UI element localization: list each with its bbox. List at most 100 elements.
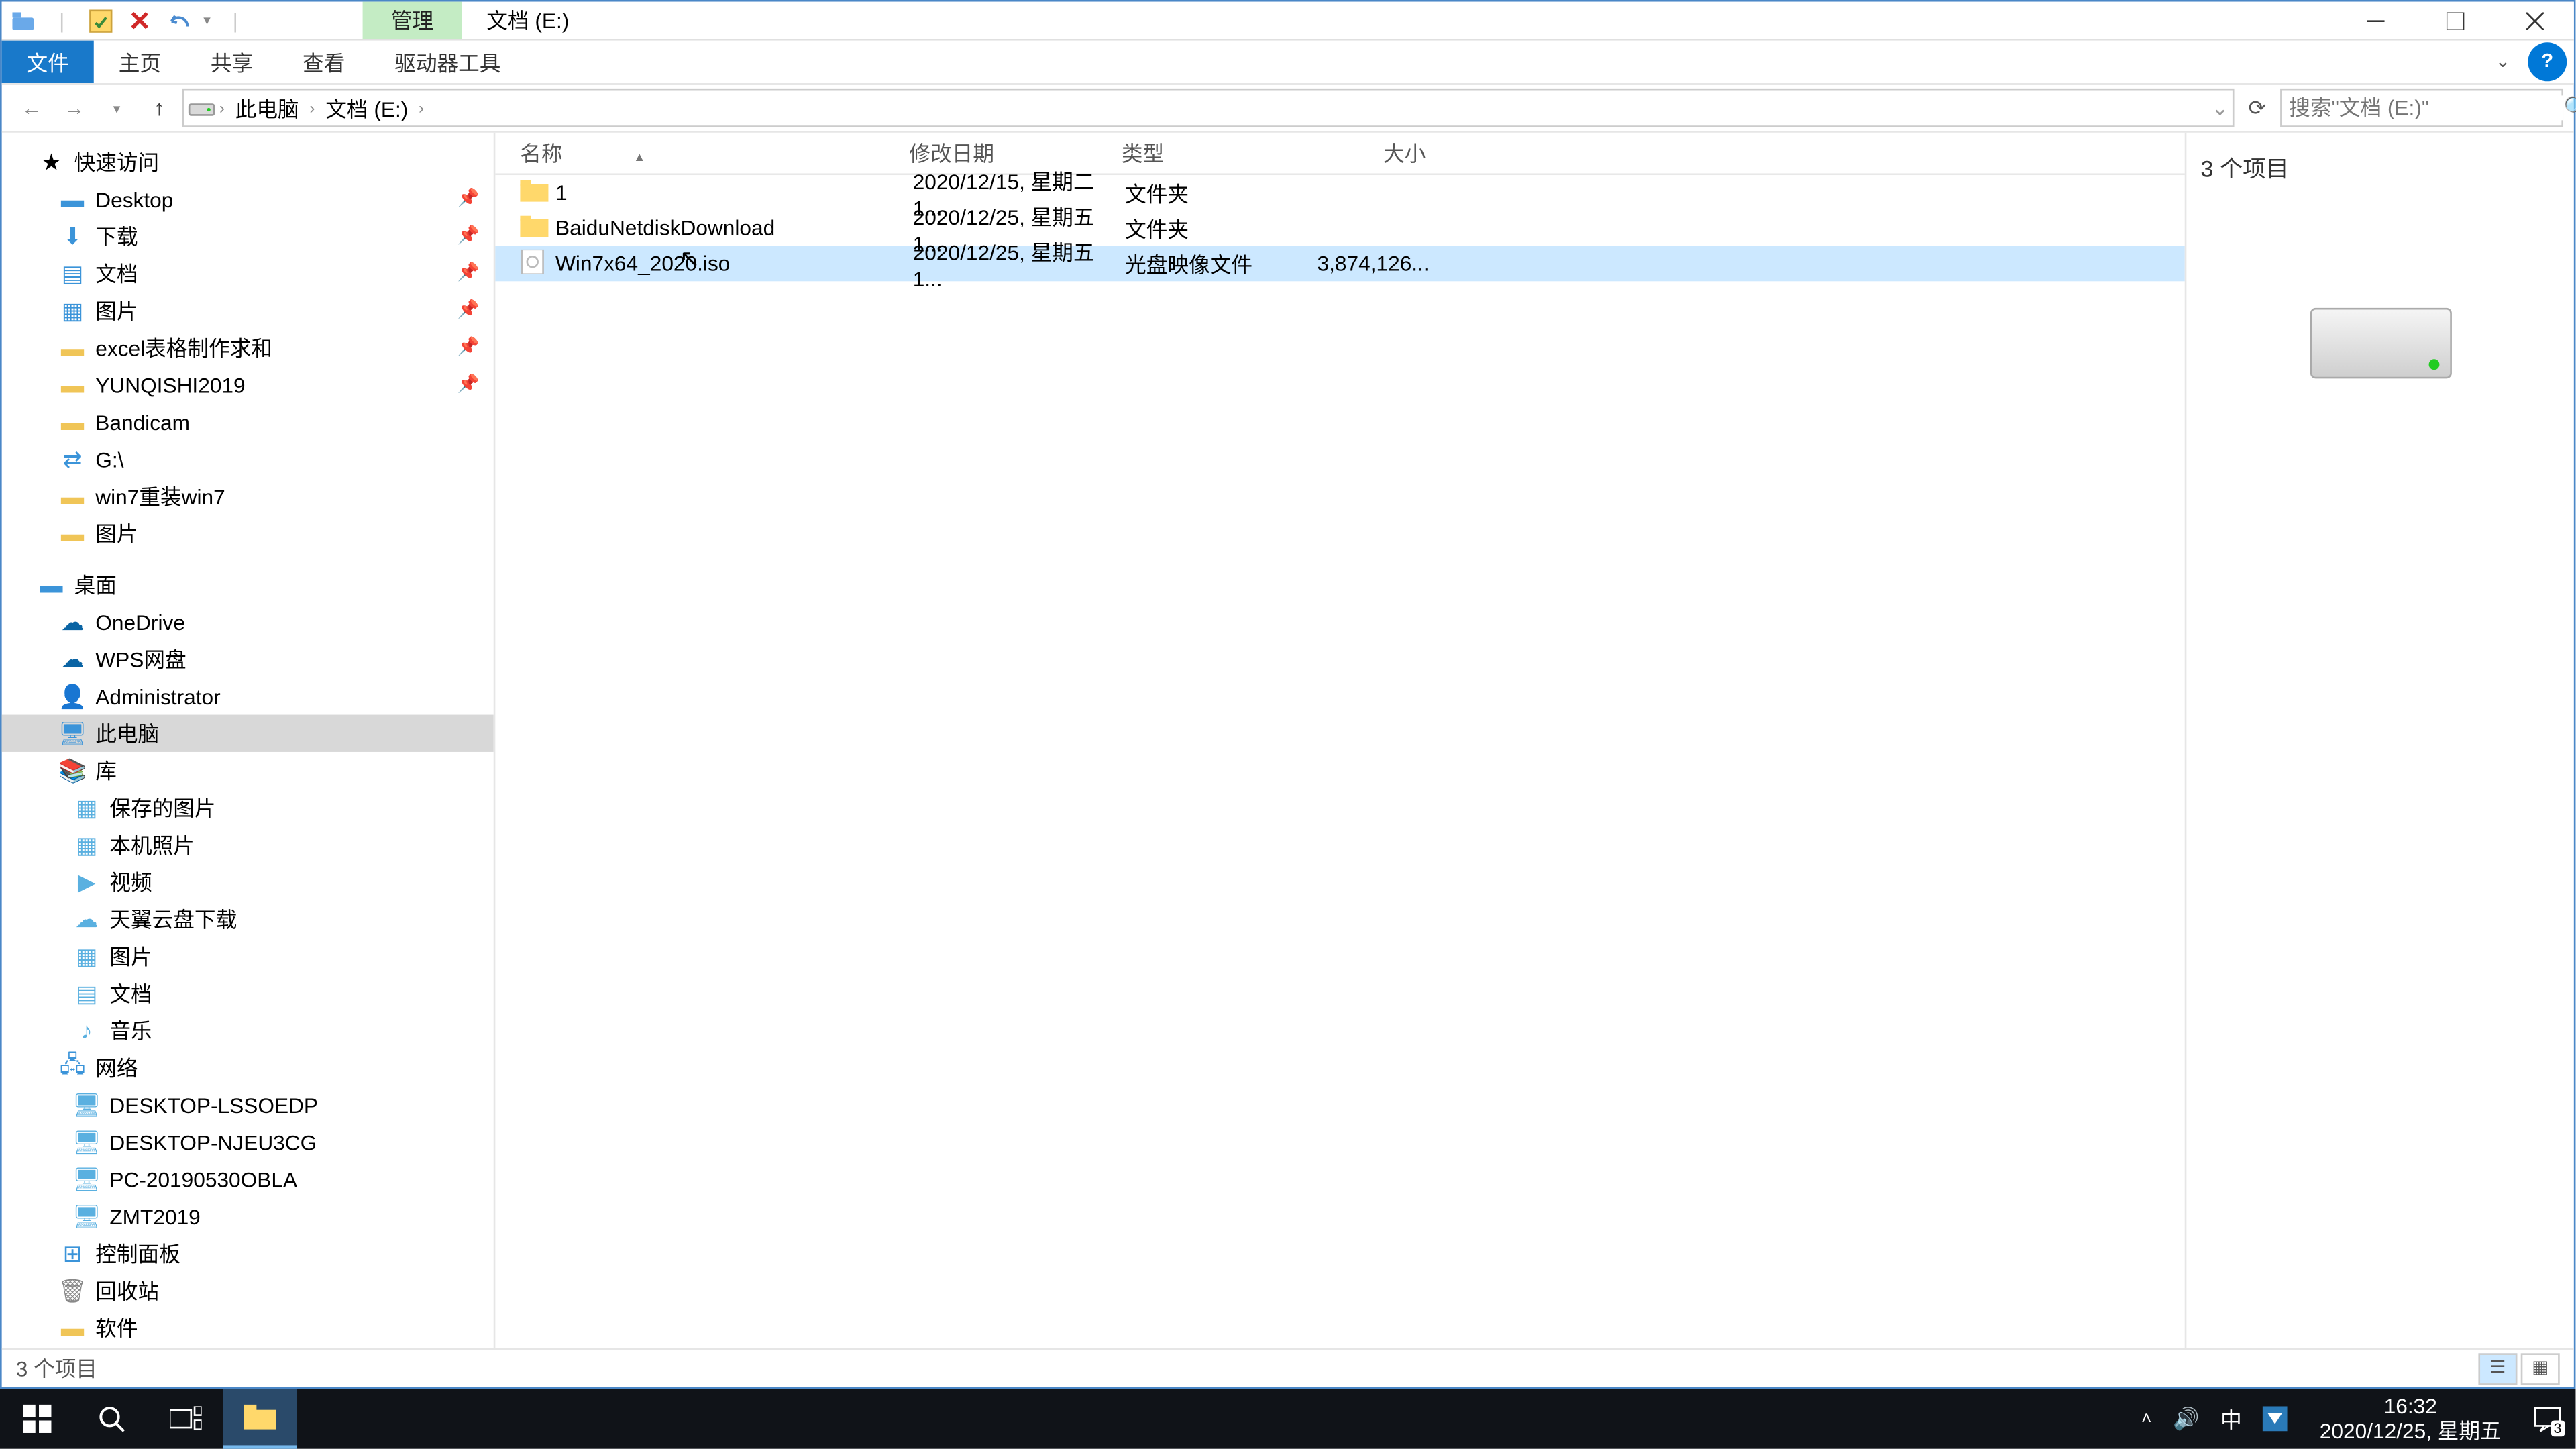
nav-documents[interactable]: ▤文档📌 (2, 255, 494, 292)
explorer-taskbar-button[interactable] (223, 1389, 297, 1449)
nav-label: excel表格制作求和 (95, 333, 272, 363)
properties-icon[interactable] (87, 6, 115, 34)
search-button[interactable] (74, 1389, 149, 1449)
tab-file[interactable]: 文件 (2, 41, 94, 83)
nav-win7[interactable]: ▬win7重装win7 (2, 478, 494, 515)
nav-net-pc3[interactable]: 🖥PC-20190530OBLA (2, 1161, 494, 1197)
crumb-location[interactable]: 文档 (E:) (319, 93, 415, 123)
chevron-right-icon[interactable]: › (216, 99, 228, 117)
tray-expand-icon[interactable]: ˄ (2141, 1409, 2151, 1428)
folder-icon: ▬ (58, 482, 87, 511)
col-name[interactable]: 名称▲ (520, 138, 909, 168)
nav-label: 软件 (95, 1313, 138, 1343)
tab-drive-tools[interactable]: 驱动器工具 (370, 41, 525, 83)
chevron-right-icon[interactable]: › (306, 99, 318, 117)
close-button[interactable] (2494, 1, 2574, 40)
chevron-right-icon[interactable]: › (415, 99, 427, 117)
nav-music[interactable]: ♪音乐 (2, 1012, 494, 1049)
address-dropdown-icon[interactable]: ⌄ (2211, 95, 2229, 120)
file-date: 2020/12/25, 星期五 1... (913, 236, 1125, 291)
nav-downloads[interactable]: ⬇下载📌 (2, 217, 494, 254)
file-type: 光盘映像文件 (1125, 248, 1302, 278)
search-icon[interactable]: 🔍 (2563, 95, 2576, 120)
delete-icon[interactable]: ✕ (125, 6, 154, 34)
nav-network[interactable]: 🖧网络 (2, 1049, 494, 1086)
nav-net-pc1[interactable]: 🖥DESKTOP-LSSOEDP (2, 1086, 494, 1123)
user-icon: 👤 (58, 682, 87, 710)
nav-desktop-root[interactable]: ▬桌面 (2, 566, 494, 603)
back-button[interactable]: ← (12, 89, 51, 127)
nav-label: 下载 (95, 221, 138, 252)
history-dropdown-icon[interactable]: ▾ (97, 89, 136, 127)
nav-control-panel[interactable]: ⊞控制面板 (2, 1235, 494, 1272)
nav-recycle[interactable]: 🗑回收站 (2, 1272, 494, 1309)
ime-indicator[interactable]: 中 (2220, 1403, 2242, 1434)
control-icon: ⊞ (58, 1239, 87, 1267)
volume-icon[interactable]: 🔊 (2173, 1406, 2199, 1431)
nav-net-pc2[interactable]: 🖥DESKTOP-NJEU3CG (2, 1123, 494, 1160)
pictures-icon: ▦ (72, 794, 101, 822)
navigation-pane[interactable]: ★快速访问 ▬Desktop📌 ⬇下载📌 ▤文档📌 ▦图片📌 ▬excel表格制… (2, 133, 496, 1348)
nav-pictures2[interactable]: ▬图片 (2, 515, 494, 551)
nav-excel[interactable]: ▬excel表格制作求和📌 (2, 329, 494, 366)
start-button[interactable] (0, 1389, 74, 1449)
nav-libraries[interactable]: 📚库 (2, 752, 494, 789)
search-input[interactable] (2289, 95, 2563, 120)
help-icon[interactable]: ? (2528, 42, 2567, 81)
nav-admin[interactable]: 👤Administrator (2, 678, 494, 714)
view-details-button[interactable]: ☰ (2478, 1352, 2517, 1384)
tab-view[interactable]: 查看 (278, 41, 370, 83)
file-row-selected[interactable]: Win7x64_2020.iso 2020/12/25, 星期五 1... 光盘… (495, 246, 2184, 282)
ribbon-expand-icon[interactable]: ⌄ (2485, 52, 2521, 72)
undo-icon[interactable] (164, 6, 193, 34)
file-type: 文件夹 (1125, 178, 1302, 208)
file-row[interactable]: 1 2020/12/15, 星期二 1... 文件夹 (495, 175, 2184, 211)
nav-documents2[interactable]: ▤文档 (2, 975, 494, 1012)
up-button[interactable]: ↑ (140, 89, 178, 127)
col-type[interactable]: 类型 (1122, 138, 1299, 168)
tab-home[interactable]: 主页 (94, 41, 186, 83)
nav-video[interactable]: ▶视频 (2, 863, 494, 900)
view-large-button[interactable]: ▦ (2521, 1352, 2560, 1384)
nav-label: 回收站 (95, 1275, 159, 1305)
clock-time: 16:32 (2320, 1393, 2502, 1419)
nav-quick-access[interactable]: ★快速访问 (2, 144, 494, 180)
search-box[interactable]: 🔍 (2280, 89, 2563, 127)
refresh-button[interactable]: ⟳ (2238, 95, 2277, 120)
nav-onedrive[interactable]: ☁OneDrive (2, 603, 494, 640)
taskbar[interactable]: ˄ 🔊 中 16:32 2020/12/25, 星期五 3 (0, 1389, 2575, 1449)
clock-date: 2020/12/25, 星期五 (2320, 1419, 2502, 1444)
crumb-this-pc[interactable]: 此电脑 (228, 93, 306, 123)
nav-saved-pics[interactable]: ▦保存的图片 (2, 789, 494, 826)
qat-dropdown-icon[interactable]: ▾ (203, 12, 211, 28)
file-name: BaiduNetdiskDownload (555, 216, 913, 241)
nav-pictures[interactable]: ▦图片📌 (2, 292, 494, 329)
file-list[interactable]: 名称▲ 修改日期 类型 大小 1 2020/12/15, 星期二 1... 文件… (495, 133, 2184, 1348)
minimize-button[interactable] (2335, 1, 2415, 40)
action-center-icon[interactable]: 3 (2533, 1405, 2561, 1433)
sort-asc-icon: ▲ (633, 152, 645, 164)
pin-icon: 📌 (458, 264, 480, 283)
nav-desktop[interactable]: ▬Desktop📌 (2, 180, 494, 217)
col-date[interactable]: 修改日期 (909, 138, 1121, 168)
nav-yunqishi[interactable]: ▬YUNQISHI2019📌 (2, 366, 494, 403)
nav-this-pc[interactable]: 🖥此电脑 (2, 714, 494, 751)
file-row[interactable]: BaiduNetdiskDownload 2020/12/25, 星期五 1..… (495, 211, 2184, 246)
col-size[interactable]: 大小 (1299, 138, 1440, 168)
nav-local-pics[interactable]: ▦本机照片 (2, 826, 494, 863)
nav-g-drive[interactable]: ⇄G:\ (2, 441, 494, 478)
nav-tianyi[interactable]: ☁天翼云盘下载 (2, 900, 494, 937)
tab-share[interactable]: 共享 (186, 41, 278, 83)
nav-bandicam[interactable]: ▬Bandicam (2, 403, 494, 440)
nav-wps[interactable]: ☁WPS网盘 (2, 641, 494, 678)
nav-pictures3[interactable]: ▦图片 (2, 938, 494, 975)
tray-app-icon[interactable] (2263, 1406, 2288, 1431)
nav-soft[interactable]: ▬软件 (2, 1309, 494, 1346)
nav-net-pc4[interactable]: 🖥ZMT2019 (2, 1197, 494, 1234)
maximize-button[interactable] (2415, 1, 2495, 40)
forward-button[interactable]: → (55, 89, 94, 127)
task-view-button[interactable] (149, 1389, 223, 1449)
breadcrumb[interactable]: › 此电脑 › 文档 (E:) › ⌄ (182, 89, 2235, 127)
taskbar-clock[interactable]: 16:32 2020/12/25, 星期五 (2309, 1393, 2512, 1444)
context-tab-manage[interactable]: 管理 (363, 2, 462, 39)
